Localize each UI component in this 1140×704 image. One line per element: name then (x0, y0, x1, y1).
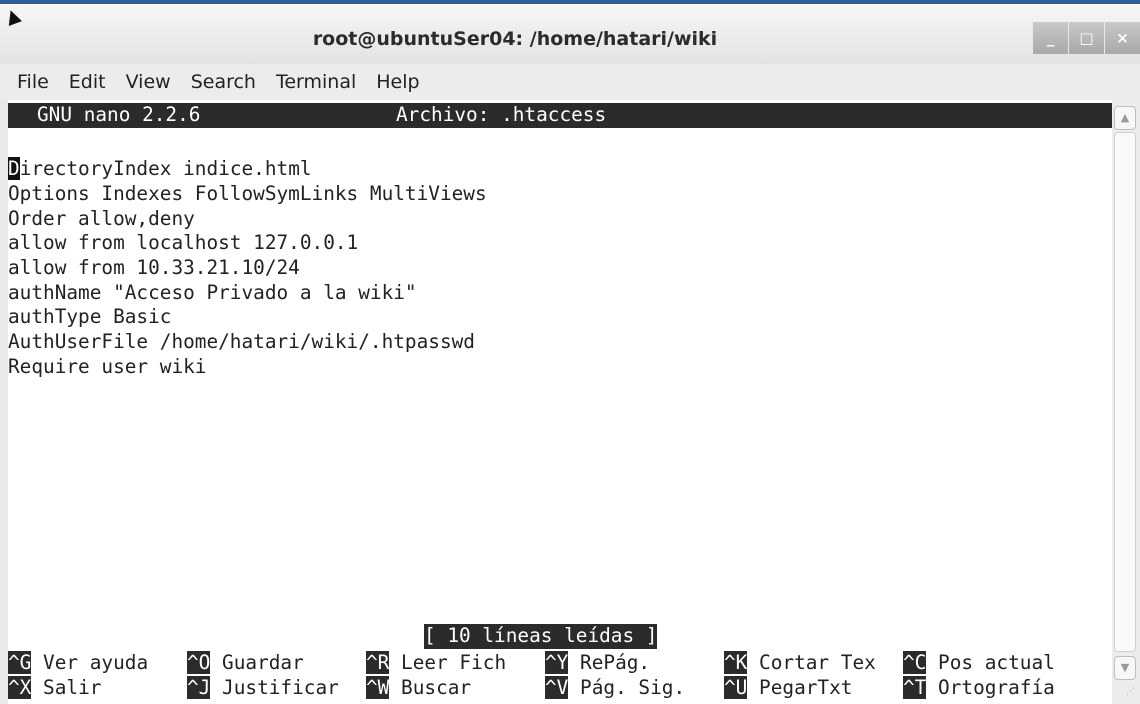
nano-header: GNU nano 2.2.6 Archivo: .htaccess (8, 103, 1112, 128)
file-line-3[interactable]: Order allow,deny (8, 207, 195, 232)
shortcut-row-2: ^X Salir ^J Justificar ^W Buscar ^V Pág.… (8, 676, 1112, 701)
menu-search[interactable]: Search (191, 71, 256, 93)
shortcut-help[interactable]: ^G Ver ayuda (8, 651, 148, 676)
file-line-6[interactable]: authName "Acceso Privado a la wiki" (8, 281, 417, 306)
window-title: root@ubuntuSer04: /home/hatari/wiki (312, 28, 718, 50)
menu-terminal[interactable]: Terminal (276, 71, 356, 93)
nano-version: GNU nano 2.2.6 (37, 103, 201, 126)
shortcut-read-file[interactable]: ^R Leer Fich (366, 651, 506, 676)
menu-bar: File Edit View Search Terminal Help (0, 64, 1140, 100)
minimize-button[interactable]: _ (1032, 22, 1068, 54)
resize-grip-icon[interactable]: ⋰ (1126, 688, 1138, 702)
file-line-8[interactable]: AuthUserFile /home/hatari/wiki/.htpasswd (8, 330, 475, 355)
nano-filename: Archivo: .htaccess (396, 103, 607, 126)
shortcut-cur-pos[interactable]: ^C Pos actual (903, 651, 1055, 676)
status-message: [ 10 líneas leídas ] (424, 624, 658, 649)
close-button[interactable]: × (1104, 22, 1140, 54)
menu-file[interactable]: File (17, 71, 49, 93)
shortcut-save[interactable]: ^O Guardar (187, 651, 304, 676)
window-titlebar[interactable]: root@ubuntuSer04: /home/hatari/wiki _ □ … (0, 0, 1140, 64)
vertical-scrollbar[interactable]: ▲ ▼ ⋰ (1112, 100, 1140, 704)
shortcut-prev-page[interactable]: ^Y RePág. (545, 651, 650, 676)
shortcut-justify[interactable]: ^J Justificar (187, 676, 339, 701)
file-line-7[interactable]: authType Basic (8, 305, 171, 330)
shortcut-exit[interactable]: ^X Salir (8, 676, 101, 701)
scrollbar-thumb[interactable] (1114, 132, 1136, 652)
shortcut-where-is[interactable]: ^W Buscar (366, 676, 471, 701)
scroll-down-icon[interactable]: ▼ (1114, 656, 1136, 680)
file-line-1[interactable]: DirectoryIndex indice.html (8, 157, 312, 182)
shortcut-row-1: ^G Ver ayuda ^O Guardar ^R Leer Fich ^Y … (8, 651, 1112, 676)
file-line-5[interactable]: allow from 10.33.21.10/24 (8, 256, 300, 281)
text-cursor: D (8, 157, 20, 180)
terminal-area[interactable]: GNU nano 2.2.6 Archivo: .htaccess Direct… (8, 100, 1112, 704)
menu-help[interactable]: Help (376, 71, 419, 93)
file-line-4[interactable]: allow from localhost 127.0.0.1 (8, 231, 358, 256)
window-controls: _ □ × (1032, 22, 1140, 54)
menu-edit[interactable]: Edit (69, 71, 106, 93)
shortcut-spell[interactable]: ^T Ortografía (903, 676, 1055, 701)
scroll-up-icon[interactable]: ▲ (1114, 106, 1136, 130)
shortcut-cut-text[interactable]: ^K Cortar Tex (724, 651, 876, 676)
mouse-pointer-icon (4, 8, 22, 26)
shortcut-next-page[interactable]: ^V Pág. Sig. (545, 676, 685, 701)
shortcut-uncut-text[interactable]: ^U PegarTxt (724, 676, 852, 701)
maximize-button[interactable]: □ (1068, 22, 1104, 54)
file-line-2[interactable]: Options Indexes FollowSymLinks MultiView… (8, 182, 487, 207)
menu-view[interactable]: View (126, 71, 171, 93)
file-line-9[interactable]: Require user wiki (8, 355, 206, 380)
